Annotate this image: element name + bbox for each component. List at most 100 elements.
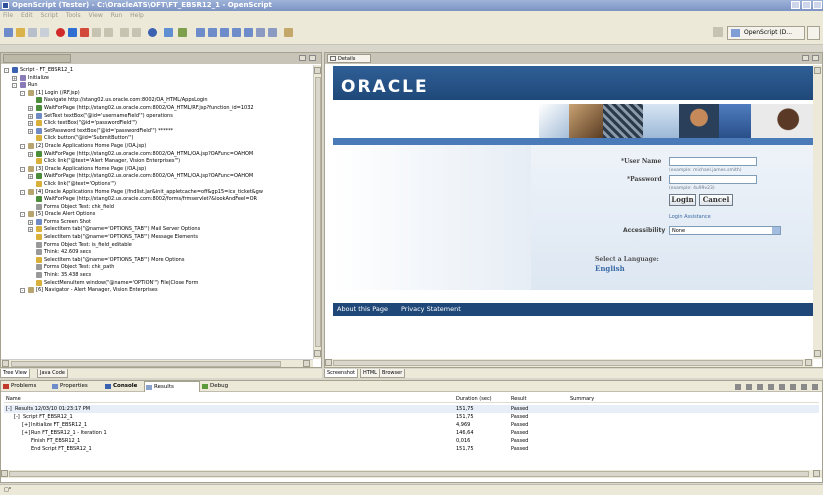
scroll-left-arrow[interactable] — [1, 470, 8, 477]
minimize-view-icon[interactable] — [802, 55, 809, 61]
minimize-view-icon[interactable] — [299, 55, 306, 61]
menu-view[interactable]: View — [89, 12, 103, 19]
tree-node[interactable]: + Click textBox("@id='passwordField'") — [4, 120, 312, 128]
maximize-view-icon[interactable] — [309, 55, 316, 61]
expand-icon[interactable]: + — [28, 105, 33, 111]
collapse-icon[interactable]: - — [12, 83, 17, 89]
tree-node[interactable]: SelectItem tab("@name='OPTIONS_TAB'") Mo… — [4, 256, 312, 265]
browser-icon[interactable] — [148, 28, 157, 37]
tree-node[interactable]: + WaitForPage (http://stang02.us.oracle.c… — [4, 173, 312, 181]
script-tree[interactable]: - Script - FT_EBSR12_1 + Initialize - Run - [1]… — [4, 67, 312, 359]
collapse-icon[interactable]: - — [20, 212, 25, 218]
results-view-icon[interactable] — [220, 28, 229, 37]
collapse-icon[interactable]: [-] — [14, 413, 20, 421]
tab-properties[interactable]: Properties — [51, 381, 88, 392]
minimize-view-icon[interactable] — [812, 384, 818, 390]
tree-node[interactable]: + Forms Screen Shot — [4, 218, 312, 227]
scroll-thumb[interactable] — [11, 361, 281, 367]
results-row[interactable]: Finish FT_EBSR12_1 0,016 Passed — [4, 437, 819, 445]
maximize-view-icon[interactable] — [812, 55, 819, 61]
tree-node[interactable]: Forms Object Test: chk_field — [4, 203, 312, 212]
step-icon[interactable] — [80, 28, 89, 37]
results-row[interactable]: End Script FT_EBSR12_1 151,75 Passed — [4, 445, 819, 453]
add-step-icon[interactable] — [164, 28, 173, 37]
tab-console[interactable]: Console — [104, 381, 137, 392]
perspective-switcher[interactable]: OpenScript (D... — [727, 26, 805, 40]
menu-edit[interactable]: Edit — [21, 12, 33, 19]
tree-node[interactable]: Forms Object Test: chk_path — [4, 264, 312, 272]
new-script-icon[interactable] — [4, 28, 13, 37]
tab-browser[interactable]: Browser — [379, 369, 406, 378]
collapse-icon[interactable]: [-] — [6, 405, 12, 413]
privacy-link[interactable]: Privacy Statement — [401, 303, 461, 316]
expand-icon[interactable]: + — [28, 219, 33, 225]
grid-icon[interactable] — [256, 28, 265, 37]
tab-debug[interactable]: Debug — [201, 381, 228, 392]
scroll-up-arrow[interactable] — [814, 67, 821, 74]
menu-script[interactable]: Script — [41, 12, 58, 19]
scroll-down-arrow[interactable] — [814, 350, 821, 357]
tree-node[interactable]: WaitForPage (http://stang02.us.oracle.co… — [4, 196, 312, 204]
maximize-button[interactable] — [802, 1, 811, 9]
col-summary[interactable]: Summary — [570, 395, 594, 403]
scroll-down-arrow[interactable] — [314, 350, 321, 357]
expand-icon[interactable]: [+] — [22, 421, 30, 429]
tree-node[interactable]: - [6] Navigator - Alert Manager, Vision E… — [4, 287, 312, 295]
collapse-icon[interactable]: - — [20, 166, 25, 172]
tab-results[interactable]: Results — [144, 381, 200, 392]
login-button[interactable]: Login — [669, 194, 696, 206]
pencil-icon[interactable] — [284, 28, 293, 37]
collapse-all-icon[interactable] — [768, 384, 774, 390]
expand-icon[interactable]: + — [28, 113, 33, 119]
scroll-thumb[interactable] — [333, 360, 803, 366]
pause-icon[interactable] — [92, 28, 101, 37]
collapse-icon[interactable]: - — [20, 143, 25, 149]
collapse-icon[interactable]: - — [4, 68, 9, 73]
tree-view-icon[interactable] — [196, 28, 205, 37]
tree-node[interactable]: - [3] Oracle Applications Home Page (/OA.… — [4, 165, 312, 174]
expand-icon[interactable]: + — [28, 151, 33, 157]
tab-screenshot[interactable]: Screenshot — [324, 369, 358, 378]
expand-icon[interactable]: + — [12, 75, 17, 81]
tree-node[interactable]: + SetText textBox("@id='usernameField'") … — [4, 112, 312, 121]
tab-java-code[interactable]: Java Code — [37, 369, 68, 378]
checkpoint-icon[interactable] — [178, 28, 187, 37]
view-report-icon[interactable] — [790, 384, 796, 390]
results-row[interactable]: [+] Initialize FT_EBSR12_1 4,969 Passed — [4, 421, 819, 429]
breakpoint-icon[interactable] — [132, 28, 141, 37]
record-icon[interactable] — [56, 28, 65, 37]
debug-icon[interactable] — [120, 28, 129, 37]
tab-html[interactable]: HTML — [360, 369, 380, 378]
tree-node[interactable]: Think: 35.438 secs — [4, 272, 312, 280]
tree-horizontal-scrollbar[interactable] — [1, 359, 313, 367]
results-row[interactable]: [+] Run FT_EBSR12_1 - Iteration 1 146,64 Pa… — [4, 429, 819, 437]
scroll-left-arrow[interactable] — [2, 360, 9, 367]
tree-vertical-scrollbar[interactable] — [313, 65, 321, 359]
tree-node[interactable]: + SetPassword textBox("@id='passwordField… — [4, 127, 312, 136]
collapse-icon[interactable]: - — [20, 90, 25, 96]
tree-node[interactable]: - [2] Oracle Applications Home Page (/OA.… — [4, 142, 312, 151]
tree-node[interactable]: Think: 42.609 secs — [4, 249, 312, 257]
layout-icon[interactable] — [268, 28, 277, 37]
expand-icon[interactable]: + — [28, 174, 33, 180]
tree-node[interactable]: SelectMenuItem window("@name='OPTION'") … — [4, 279, 312, 288]
scroll-right-arrow[interactable] — [805, 359, 812, 366]
collapse-icon[interactable]: - — [20, 288, 25, 294]
about-page-link[interactable]: About this Page — [337, 303, 388, 316]
expand-icon[interactable]: + — [28, 128, 33, 134]
login-assistance-link[interactable]: Login Assistance — [669, 214, 711, 220]
console-view-icon[interactable] — [232, 28, 241, 37]
results-row[interactable]: [-] Script FT_EBSR12_1 151,75 Passed — [4, 413, 819, 421]
collapse-icon[interactable]: - — [20, 189, 25, 195]
tree-node[interactable]: SelectItem tab("@name='OPTIONS_TAB'") Me… — [4, 234, 312, 242]
scroll-right-arrow[interactable] — [303, 360, 310, 367]
col-name[interactable]: Name — [6, 395, 21, 403]
menu-tools[interactable]: Tools — [66, 12, 81, 19]
clear-icon[interactable] — [735, 384, 741, 390]
tree-node[interactable]: Click button("@id='SubmitButton'") — [4, 135, 312, 143]
password-field[interactable] — [669, 175, 757, 184]
tree-node[interactable]: + WaitForPage (http://stang02.us.oracle.c… — [4, 150, 312, 159]
scroll-thumb[interactable] — [315, 77, 321, 347]
tree-node[interactable]: Click link("@text='Alert Manager, Vision… — [4, 158, 312, 166]
menu-run[interactable]: Run — [111, 12, 123, 19]
